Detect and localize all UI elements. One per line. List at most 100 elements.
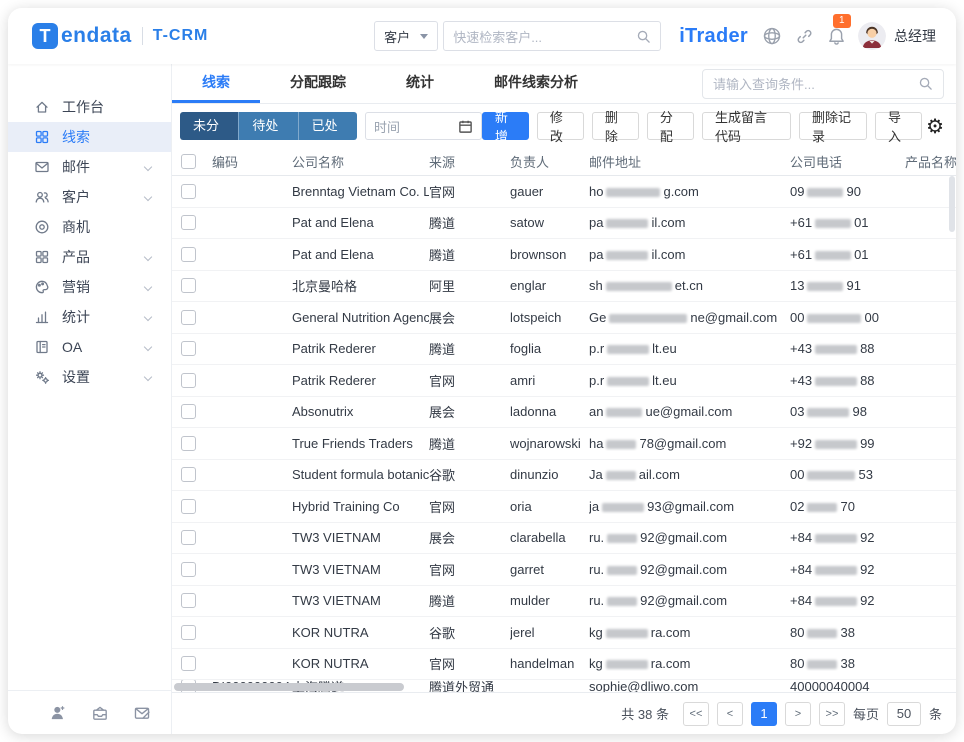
table-row[interactable]: Hybrid Training Co官网oriaja93@gmail.com02… — [172, 491, 956, 523]
table-row[interactable]: Brenntag Vietnam Co. LTD官网gauerhog.com09… — [172, 176, 956, 208]
row-checkbox[interactable] — [181, 247, 196, 262]
page-current-button[interactable]: 1 — [751, 702, 777, 726]
cell-company: Patrik Rederer — [292, 341, 429, 356]
delete-button[interactable]: 删除 — [592, 112, 639, 140]
redacted-text — [815, 597, 857, 606]
search-icon — [918, 76, 933, 91]
table-row[interactable]: TW3 VIETNAM展会clarabellaru.92@gmail.com+8… — [172, 523, 956, 555]
quick-search-input[interactable]: 快速检索客户... — [443, 21, 661, 51]
select-all-checkbox[interactable] — [181, 154, 196, 169]
row-checkbox[interactable] — [181, 656, 196, 671]
tab-mail-analysis[interactable]: 邮件线索分析 — [464, 64, 608, 103]
table-row[interactable]: KOR NUTRA谷歌jerelkgra.com8038 — [172, 617, 956, 649]
product-name: T-CRM — [153, 27, 209, 45]
row-checkbox[interactable] — [181, 530, 196, 545]
page-prev-button[interactable]: < — [717, 702, 743, 726]
date-filter-input[interactable]: 时间 — [365, 112, 482, 140]
compose-mail-icon[interactable] — [133, 704, 151, 722]
sidebar-item-workbench[interactable]: 工作台 — [8, 92, 171, 122]
bell-icon[interactable] — [827, 27, 846, 46]
horizontal-scrollbar[interactable] — [174, 683, 404, 691]
filter-pending-button[interactable]: 待处理 — [238, 112, 297, 140]
cell-company: TW3 VIETNAM — [292, 593, 429, 608]
table-row[interactable]: Patrik Rederer腾道fogliap.rlt.eu+4388 — [172, 334, 956, 366]
query-input[interactable]: 请输入查询条件... — [702, 69, 944, 99]
cell-email: ru.92@gmail.com — [589, 593, 790, 608]
sidebar-item-marketing[interactable]: 营销 — [8, 272, 171, 302]
inbox-icon[interactable] — [91, 704, 109, 722]
query-placeholder: 请输入查询条件... — [713, 74, 912, 93]
table-row[interactable]: True Friends Traders腾道wojnarowskiha78@gm… — [172, 428, 956, 460]
tab-stats[interactable]: 统计 — [376, 64, 464, 103]
filter-processed-button[interactable]: 已处理 — [298, 112, 357, 140]
table-row[interactable]: General Nutrition Agency ...展会lotspeichG… — [172, 302, 956, 334]
cell-company: Student formula botanica — [292, 467, 429, 482]
table-row[interactable]: 北京曼哈格阿里englarshet.cn1391 — [172, 271, 956, 303]
row-checkbox[interactable] — [181, 467, 196, 482]
sidebar-item-products[interactable]: 产品 — [8, 242, 171, 272]
tab-clues[interactable]: 线索 — [172, 64, 260, 103]
row-checkbox[interactable] — [181, 499, 196, 514]
page-first-button[interactable]: << — [683, 702, 709, 726]
table-row[interactable]: Absonutrix展会ladonnaanue@gmail.com0398 — [172, 397, 956, 429]
row-checkbox[interactable] — [181, 625, 196, 640]
row-checkbox[interactable] — [181, 593, 196, 608]
table-row[interactable]: Pat and Elena腾道brownsonpail.com+6101 — [172, 239, 956, 271]
assign-button[interactable]: 分配 — [647, 112, 694, 140]
cell-company: KOR NUTRA — [292, 625, 429, 640]
sidebar-item-clues[interactable]: 线索 — [8, 122, 171, 152]
app-logo[interactable]: T endata — [32, 23, 132, 49]
row-checkbox[interactable] — [181, 373, 196, 388]
row-checkbox[interactable] — [181, 562, 196, 577]
table-row[interactable]: TW3 VIETNAM官网garretru.92@gmail.com+8492 — [172, 554, 956, 586]
table-row[interactable]: Student formula botanica谷歌dinunzioJaail.… — [172, 460, 956, 492]
delete-record-button[interactable]: 删除记录 — [799, 112, 867, 140]
sidebar-item-settings[interactable]: 设置 — [8, 362, 171, 392]
table-settings-gear-button[interactable]: ⚙ — [926, 116, 944, 136]
sphere-icon[interactable] — [762, 26, 782, 46]
row-checkbox[interactable] — [181, 215, 196, 230]
user-role[interactable]: 总经理 — [894, 26, 936, 46]
row-checkbox[interactable] — [181, 404, 196, 419]
scope-select[interactable]: 客户 — [374, 21, 438, 51]
redacted-text — [606, 660, 648, 669]
cell-phone: 40000040004 — [790, 680, 905, 692]
contact-add-icon[interactable] — [49, 704, 67, 722]
table-row[interactable]: TW3 VIETNAM腾道mulderru.92@gmail.com+8492 — [172, 586, 956, 618]
cell-phone: 0270 — [790, 499, 905, 514]
add-button[interactable]: 新增 — [482, 112, 529, 140]
row-checkbox[interactable] — [181, 341, 196, 356]
row-checkbox[interactable] — [181, 278, 196, 293]
table-row[interactable]: KOR NUTRA官网handelmankgra.com8038 — [172, 649, 956, 681]
row-checkbox[interactable] — [181, 436, 196, 451]
sidebar-item-opportunity[interactable]: 商机 — [8, 212, 171, 242]
table-row[interactable]: Patrik Rederer官网amrip.rlt.eu+4388 — [172, 365, 956, 397]
sidebar-item-label: 客户 — [62, 187, 90, 207]
column-header-4: 邮件地址 — [589, 152, 790, 171]
page-last-button[interactable]: >> — [819, 702, 845, 726]
table-row[interactable]: Pat and Elena腾道satowpail.com+6101 — [172, 208, 956, 240]
row-checkbox[interactable] — [181, 310, 196, 325]
vertical-scrollbar[interactable] — [949, 176, 955, 232]
cell-owner: dinunzio — [510, 467, 589, 482]
filter-unassigned-button[interactable]: 未分配 — [180, 112, 238, 140]
sidebar-item-mail[interactable]: 邮件 — [8, 152, 171, 182]
tab-assign-track[interactable]: 分配跟踪 — [260, 64, 376, 103]
gen-message-code-button[interactable]: 生成留言代码 — [702, 112, 791, 140]
link-icon[interactable] — [796, 28, 813, 45]
sidebar-item-stats[interactable]: 统计 — [8, 302, 171, 332]
avatar[interactable] — [858, 22, 886, 50]
edit-button[interactable]: 修改 — [537, 112, 584, 140]
page-next-button[interactable]: > — [785, 702, 811, 726]
sidebar-item-oa[interactable]: OA — [8, 332, 171, 362]
per-page-select[interactable]: 50 — [887, 702, 921, 726]
cell-phone: 0990 — [790, 184, 905, 199]
import-button[interactable]: 导入 — [875, 112, 922, 140]
cell-phone: +4388 — [790, 341, 905, 356]
redacted-text — [815, 440, 857, 449]
sidebar-item-customers[interactable]: 客户 — [8, 182, 171, 212]
cell-email: shet.cn — [589, 278, 790, 293]
row-checkbox[interactable] — [181, 184, 196, 199]
cell-company: 北京曼哈格 — [292, 276, 429, 295]
brand-itrader[interactable]: iTrader — [679, 25, 748, 48]
